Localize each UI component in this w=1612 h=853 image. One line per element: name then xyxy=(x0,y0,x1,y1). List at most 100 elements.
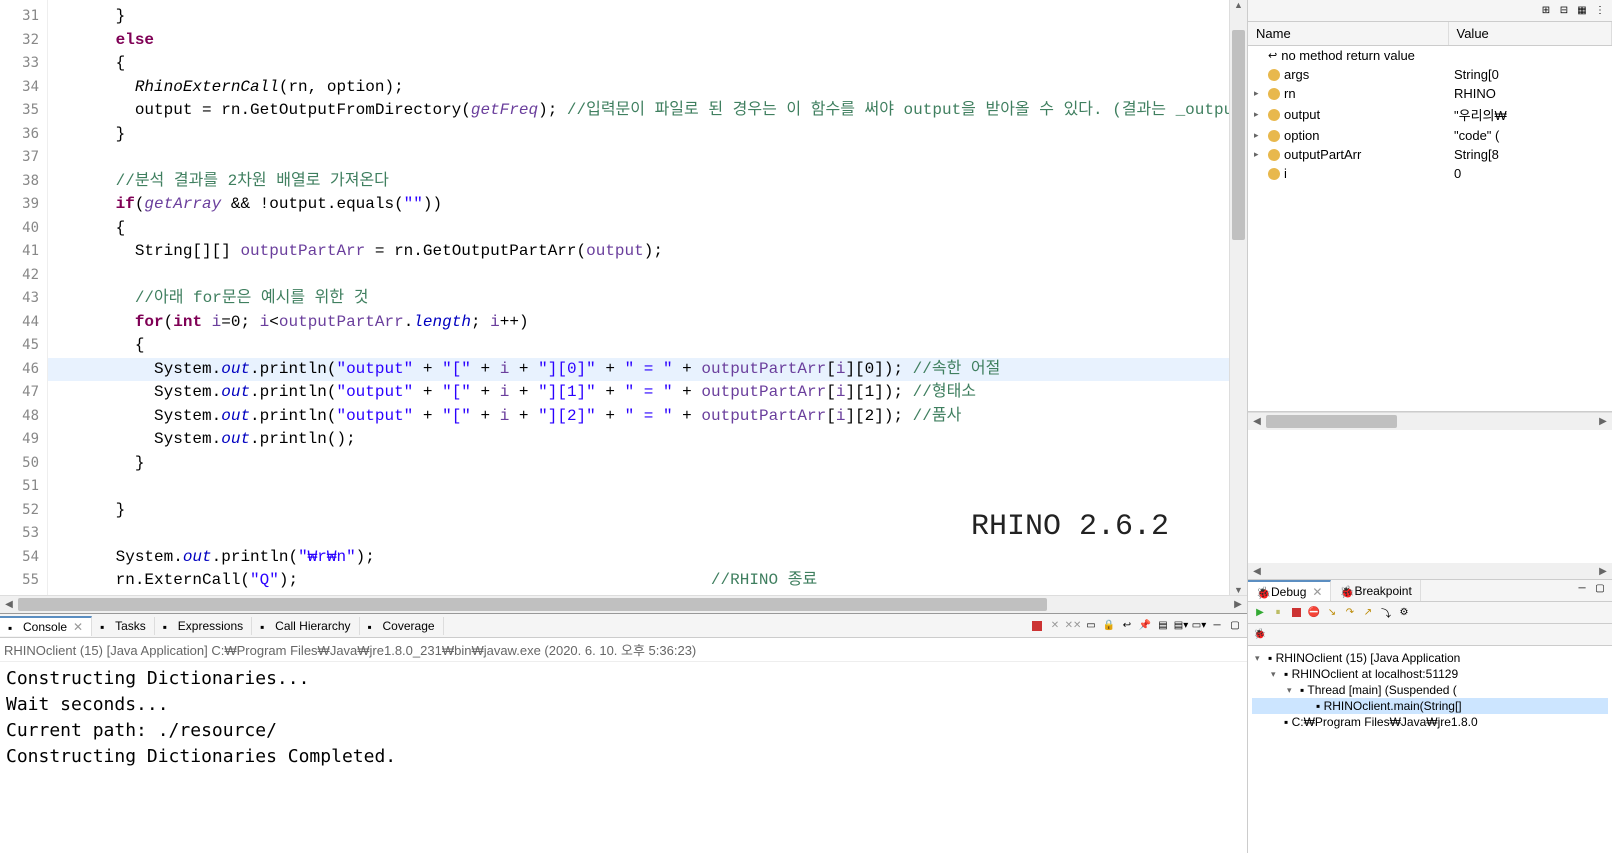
version-overlay: RHINO 2.6.2 xyxy=(971,510,1169,544)
line-number: 35 xyxy=(0,99,47,123)
code-line-41[interactable]: String[][] outputPartArr = rn.GetOutputP… xyxy=(48,240,1229,264)
console-tab-console[interactable]: ▪Console✕ xyxy=(0,616,92,636)
console-output[interactable]: Constructing Dictionaries...Wait seconds… xyxy=(0,662,1247,853)
resume-icon[interactable]: ▶ xyxy=(1252,604,1268,620)
clear-icon[interactable]: ▭ xyxy=(1083,618,1099,634)
use-step-filters-icon[interactable]: ⚙ xyxy=(1396,604,1412,620)
var-row-option[interactable]: ▸option"code" ( xyxy=(1248,126,1612,145)
hscroll-thumb[interactable] xyxy=(18,598,1047,611)
code-line-46[interactable]: System.out.println("output" + "[" + i + … xyxy=(48,358,1229,382)
code-line-51[interactable] xyxy=(48,475,1229,499)
code-line-43[interactable]: //아래 for문은 예시를 위한 것 xyxy=(48,287,1229,311)
vscroll-thumb[interactable] xyxy=(1232,30,1245,240)
debug-tab-breakpoint[interactable]: 🐞Breakpoint xyxy=(1331,580,1420,601)
wrap-icon[interactable]: ↩ xyxy=(1119,618,1135,634)
editor-hscroll[interactable]: ◀ ▶ xyxy=(0,595,1247,613)
hscroll-left[interactable]: ◀ xyxy=(0,596,18,613)
code-line-40[interactable]: { xyxy=(48,217,1229,241)
minimize-icon[interactable]: ─ xyxy=(1209,618,1225,634)
left-panel: 3132333435363738394041424344454647484950… xyxy=(0,0,1248,853)
minimize-icon[interactable]: ─ xyxy=(1574,580,1590,596)
hscroll-right[interactable]: ▶ xyxy=(1229,596,1247,613)
code-line-45[interactable]: { xyxy=(48,334,1229,358)
new-console-icon[interactable]: ▭▾ xyxy=(1191,618,1207,634)
close-icon[interactable]: ✕ xyxy=(73,620,83,634)
console-tab-tasks[interactable]: ▪Tasks xyxy=(92,617,155,635)
col-value[interactable]: Value xyxy=(1448,22,1612,46)
maximize-icon[interactable]: ▢ xyxy=(1227,618,1243,634)
maximize-icon[interactable]: ▢ xyxy=(1592,580,1608,596)
vars-hscroll[interactable]: ◀ ▶ xyxy=(1248,412,1612,430)
line-number: 38 xyxy=(0,170,47,194)
debug-tree-node[interactable]: ▾▪ Thread [main] (Suspended ( xyxy=(1252,682,1608,698)
step-over-icon[interactable]: ↷ xyxy=(1342,604,1358,620)
remove-icon[interactable]: ✕ xyxy=(1047,618,1063,634)
debug-tabs: 🐞Debug✕🐞Breakpoint ─ ▢ xyxy=(1248,580,1612,602)
display-icon[interactable]: ▤ xyxy=(1155,618,1171,634)
code-line-50[interactable]: } xyxy=(48,452,1229,476)
var-row-no-method-return-value[interactable]: ↩no method return value xyxy=(1248,46,1612,66)
var-row-i[interactable]: i0 xyxy=(1248,164,1612,183)
debug-toolbar: ▶ ⏸ ⛔ ↘ ↷ ↗ ⤵ ⚙ xyxy=(1248,602,1612,624)
drop-frame-icon[interactable]: ⤵ xyxy=(1378,604,1394,620)
detail-hscroll[interactable]: ◀▶ xyxy=(1248,563,1612,579)
code-content[interactable]: } else { RhinoExternCall(rn, option); ou… xyxy=(48,0,1229,595)
code-line-35[interactable]: output = rn.GetOutputFromDirectory(getFr… xyxy=(48,99,1229,123)
var-row-args[interactable]: argsString[0 xyxy=(1248,65,1612,84)
line-number: 33 xyxy=(0,52,47,76)
disconnect-icon[interactable]: ⛔ xyxy=(1306,604,1322,620)
debug-tree-node[interactable]: ▪ RHINOclient.main(String[] xyxy=(1252,698,1608,714)
debug-view-icon[interactable]: 🐞 xyxy=(1252,626,1268,642)
terminate-icon[interactable] xyxy=(1029,618,1045,634)
code-line-33[interactable]: { xyxy=(48,52,1229,76)
line-number: 44 xyxy=(0,311,47,335)
scroll-lock-icon[interactable]: 🔒 xyxy=(1101,618,1117,634)
open-console-icon[interactable]: ▤▾ xyxy=(1173,618,1189,634)
step-return-icon[interactable]: ↗ xyxy=(1360,604,1376,620)
code-line-32[interactable]: else xyxy=(48,29,1229,53)
show-type-icon[interactable]: ⊞ xyxy=(1538,2,1554,18)
layout-icon[interactable]: ▦ xyxy=(1574,2,1590,18)
collapse-icon[interactable]: ⊟ xyxy=(1556,2,1572,18)
menu-icon[interactable]: ⋮ xyxy=(1592,2,1608,18)
line-number: 41 xyxy=(0,240,47,264)
editor-vscroll[interactable]: ▲ ▼ xyxy=(1229,0,1247,595)
code-line-31[interactable]: } xyxy=(48,5,1229,29)
debug-tree[interactable]: ▾▪ RHINOclient (15) [Java Application▾▪ … xyxy=(1248,646,1612,853)
pin-icon[interactable]: 📌 xyxy=(1137,618,1153,634)
code-line-47[interactable]: System.out.println("output" + "[" + i + … xyxy=(48,381,1229,405)
remove-all-icon[interactable]: ✕✕ xyxy=(1065,618,1081,634)
code-line-39[interactable]: if(getArray && !output.equals("")) xyxy=(48,193,1229,217)
step-into-icon[interactable]: ↘ xyxy=(1324,604,1340,620)
var-row-rn[interactable]: ▸rnRHINO xyxy=(1248,84,1612,103)
debug-tree-node[interactable]: ▾▪ RHINOclient at localhost:51129 xyxy=(1252,666,1608,682)
code-line-34[interactable]: RhinoExternCall(rn, option); xyxy=(48,76,1229,100)
line-number: 46 xyxy=(0,358,47,382)
var-row-outputPartArr[interactable]: ▸outputPartArrString[8 xyxy=(1248,145,1612,164)
line-number: 32 xyxy=(0,29,47,53)
line-number: 31 xyxy=(0,5,47,29)
code-line-44[interactable]: for(int i=0; i<outputPartArr.length; i++… xyxy=(48,311,1229,335)
code-line-54[interactable]: System.out.println("₩r₩n"); xyxy=(48,546,1229,570)
code-line-49[interactable]: System.out.println(); xyxy=(48,428,1229,452)
code-line-37[interactable] xyxy=(48,146,1229,170)
code-line-36[interactable]: } xyxy=(48,123,1229,147)
debug-tree-node[interactable]: ▾▪ RHINOclient (15) [Java Application xyxy=(1252,650,1608,666)
var-row-output[interactable]: ▸output"우리의₩ xyxy=(1248,103,1612,126)
code-line-38[interactable]: //분석 결과를 2차원 배열로 가져온다 xyxy=(48,170,1229,194)
col-name[interactable]: Name xyxy=(1248,22,1448,46)
console-tab-expressions[interactable]: ▪Expressions xyxy=(155,617,252,635)
code-line-48[interactable]: System.out.println("output" + "[" + i + … xyxy=(48,405,1229,429)
console-tab-coverage[interactable]: ▪Coverage xyxy=(360,617,444,635)
suspend-icon[interactable]: ⏸ xyxy=(1270,604,1286,620)
debug-tree-node[interactable]: ▪ C:₩Program Files₩Java₩jre1.8.0 xyxy=(1252,714,1608,730)
console-line: Current path: ./resource/ xyxy=(6,718,1241,744)
variables-view[interactable]: Name Value ↩no method return valueargsSt… xyxy=(1248,22,1612,412)
right-panel: ⊞ ⊟ ▦ ⋮ Name Value ↩no method return val… xyxy=(1248,0,1612,853)
console-tab-call-hierarchy[interactable]: ▪Call Hierarchy xyxy=(252,617,359,635)
terminate-icon[interactable] xyxy=(1288,604,1304,620)
console-header: RHINOclient (15) [Java Application] C:₩P… xyxy=(0,638,1247,662)
debug-tab-debug[interactable]: 🐞Debug✕ xyxy=(1248,580,1331,601)
code-line-55[interactable]: rn.ExternCall("Q"); //RHINO 종료 xyxy=(48,569,1229,593)
code-line-42[interactable] xyxy=(48,264,1229,288)
